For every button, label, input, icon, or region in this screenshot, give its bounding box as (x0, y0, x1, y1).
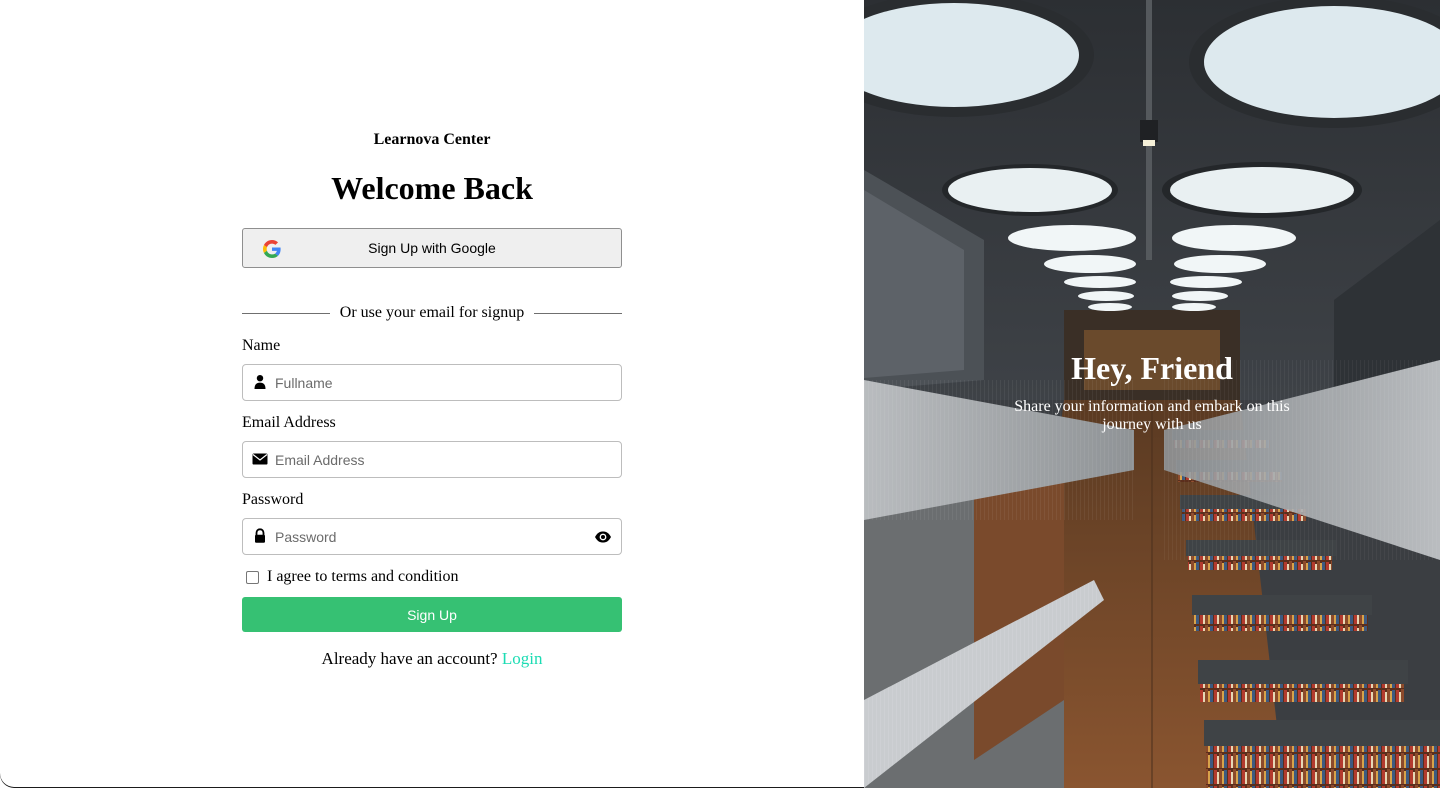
eye-icon[interactable] (594, 529, 612, 545)
password-field[interactable] (242, 518, 622, 555)
page-title: Welcome Back (331, 170, 533, 206)
name-label: Name (242, 337, 281, 354)
email-label: Email Address (242, 414, 336, 431)
login-prompt: Already have an account? (321, 649, 498, 668)
google-icon (263, 240, 281, 258)
password-input[interactable] (273, 527, 577, 546)
brand-name: Learnova Center (373, 131, 491, 148)
signup-panel: Learnova Center Welcome Back Sign Up wit… (0, 0, 864, 788)
lock-icon (255, 528, 265, 543)
user-icon (254, 375, 266, 389)
google-signup-button[interactable]: Sign Up with Google (242, 228, 622, 268)
divider-line-right (534, 312, 622, 314)
signup-button[interactable]: Sign Up (242, 597, 622, 632)
hero-panel: Hey, Friend Share your information and e… (864, 0, 1440, 788)
signup-form: Learnova Center Welcome Back Sign Up wit… (242, 126, 622, 670)
email-field[interactable] (242, 441, 622, 478)
hero-text: Hey, Friend Share your information and e… (1004, 350, 1300, 434)
terms-label: I agree to terms and condition (267, 568, 459, 585)
hero-subtext: Share your information and embark on thi… (1014, 398, 1290, 433)
login-link[interactable]: Login (502, 649, 543, 668)
name-input[interactable] (273, 373, 577, 392)
divider: Or use your email for signup (242, 302, 622, 324)
terms-row: I agree to terms and condition (242, 567, 622, 587)
google-button-label: Sign Up with Google (368, 240, 496, 256)
password-label: Password (242, 491, 304, 508)
envelope-icon (252, 453, 268, 465)
name-field[interactable] (242, 364, 622, 401)
divider-line-left (242, 312, 330, 314)
hero-heading: Hey, Friend (1071, 350, 1233, 386)
email-input[interactable] (273, 450, 577, 469)
page: Learnova Center Welcome Back Sign Up wit… (0, 0, 1440, 788)
login-row: Already have an account? Login (242, 648, 622, 670)
divider-text: Or use your email for signup (339, 304, 525, 321)
terms-checkbox[interactable] (246, 570, 259, 584)
